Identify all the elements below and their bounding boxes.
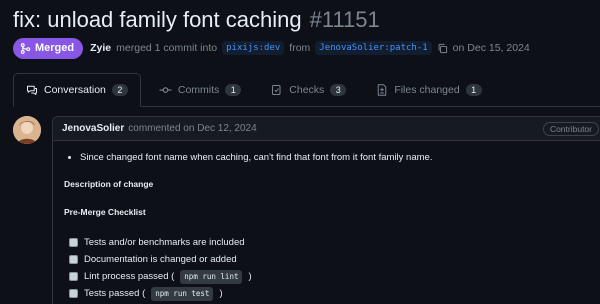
pr-number: #11151 — [309, 7, 380, 32]
task-item: Lint process passed ( npm run lint ) — [64, 268, 600, 285]
checklist-icon — [271, 84, 283, 96]
comment-timestamp[interactable]: commented on Dec 12, 2024 — [128, 123, 256, 134]
task-checkbox[interactable] — [69, 272, 78, 281]
avatar[interactable] — [13, 116, 41, 144]
tab-label: Conversation — [44, 84, 106, 96]
merge-text: merged 1 commit into — [116, 42, 218, 54]
tab-conversation[interactable]: Conversation 2 — [13, 73, 141, 107]
pr-tab-bar: Conversation 2 Commits 1 Checks 3 Files … — [13, 73, 600, 107]
list-item: Since changed font name when caching, ca… — [80, 152, 600, 164]
task-suffix: ) — [219, 287, 223, 299]
pr-title: fix: unload family font caching — [13, 7, 302, 32]
task-checkbox[interactable] — [69, 238, 78, 247]
task-item: Tests passed ( npm run test ) — [64, 285, 600, 302]
description-heading: Description of change — [64, 179, 154, 189]
task-text: Tests passed ( — [84, 287, 146, 299]
git-commit-icon — [159, 84, 172, 96]
file-diff-icon — [376, 83, 388, 96]
checklist-heading: Pre-Merge Checklist — [64, 207, 146, 217]
merged-date: on Dec 15, 2024 — [452, 42, 530, 54]
task-item: Tests and/or benchmarks are included — [64, 234, 600, 251]
tab-count: 1 — [225, 83, 242, 96]
task-text: Documentation is changed or added — [84, 253, 237, 265]
comment-body: Since changed font name when caching, ca… — [53, 141, 600, 302]
tab-files-changed[interactable]: Files changed 1 — [364, 73, 493, 106]
task-text: Tests and/or benchmarks are included — [84, 236, 245, 248]
copy-icon[interactable] — [437, 43, 448, 54]
comment-header: JenovaSolier commented on Dec 12, 2024 — [53, 117, 600, 141]
tab-commits[interactable]: Commits 1 — [147, 73, 253, 106]
from-text: from — [289, 42, 311, 54]
tab-checks[interactable]: Checks 3 — [259, 73, 358, 106]
task-item: Documentation is changed or added — [64, 251, 600, 268]
task-list: Tests and/or benchmarks are included Doc… — [64, 234, 600, 302]
base-branch-link[interactable]: pixijs:dev — [222, 41, 285, 55]
git-merge-icon — [20, 42, 31, 54]
pr-title-row: fix: unload family font caching #11151 — [13, 6, 380, 34]
pull-request-page: fix: unload family font caching #11151 M… — [0, 0, 600, 304]
pr-meta-row: Merged Zyie merged 1 commit into pixijs:… — [13, 37, 530, 59]
tab-count: 2 — [111, 84, 128, 96]
merged-status-label: Merged — [35, 42, 75, 54]
task-suffix: ) — [248, 270, 252, 282]
task-checkbox[interactable] — [69, 289, 78, 298]
task-text: Lint process passed ( — [84, 270, 175, 282]
merger-link[interactable]: Zyie — [90, 42, 111, 54]
bullet-list: Since changed font name when caching, ca… — [64, 152, 600, 164]
merged-status-badge: Merged — [13, 37, 84, 59]
comment-discussion-icon — [26, 84, 38, 96]
contributor-badge: Contributor — [542, 122, 599, 136]
comment-author-link[interactable]: JenovaSolier — [62, 123, 124, 134]
tab-label: Files changed — [394, 83, 460, 96]
tab-label: Checks — [289, 83, 325, 96]
inline-code: npm run lint — [180, 269, 243, 284]
task-checkbox[interactable] — [69, 255, 78, 264]
tab-label: Commits — [177, 83, 220, 96]
tab-count: 1 — [465, 83, 482, 96]
head-branch-link[interactable]: JenovaSolier:patch-1 — [315, 41, 432, 55]
comment-card: JenovaSolier commented on Dec 12, 2024 C… — [52, 116, 600, 304]
inline-code: npm run test — [151, 286, 214, 301]
tab-count: 3 — [330, 83, 347, 96]
